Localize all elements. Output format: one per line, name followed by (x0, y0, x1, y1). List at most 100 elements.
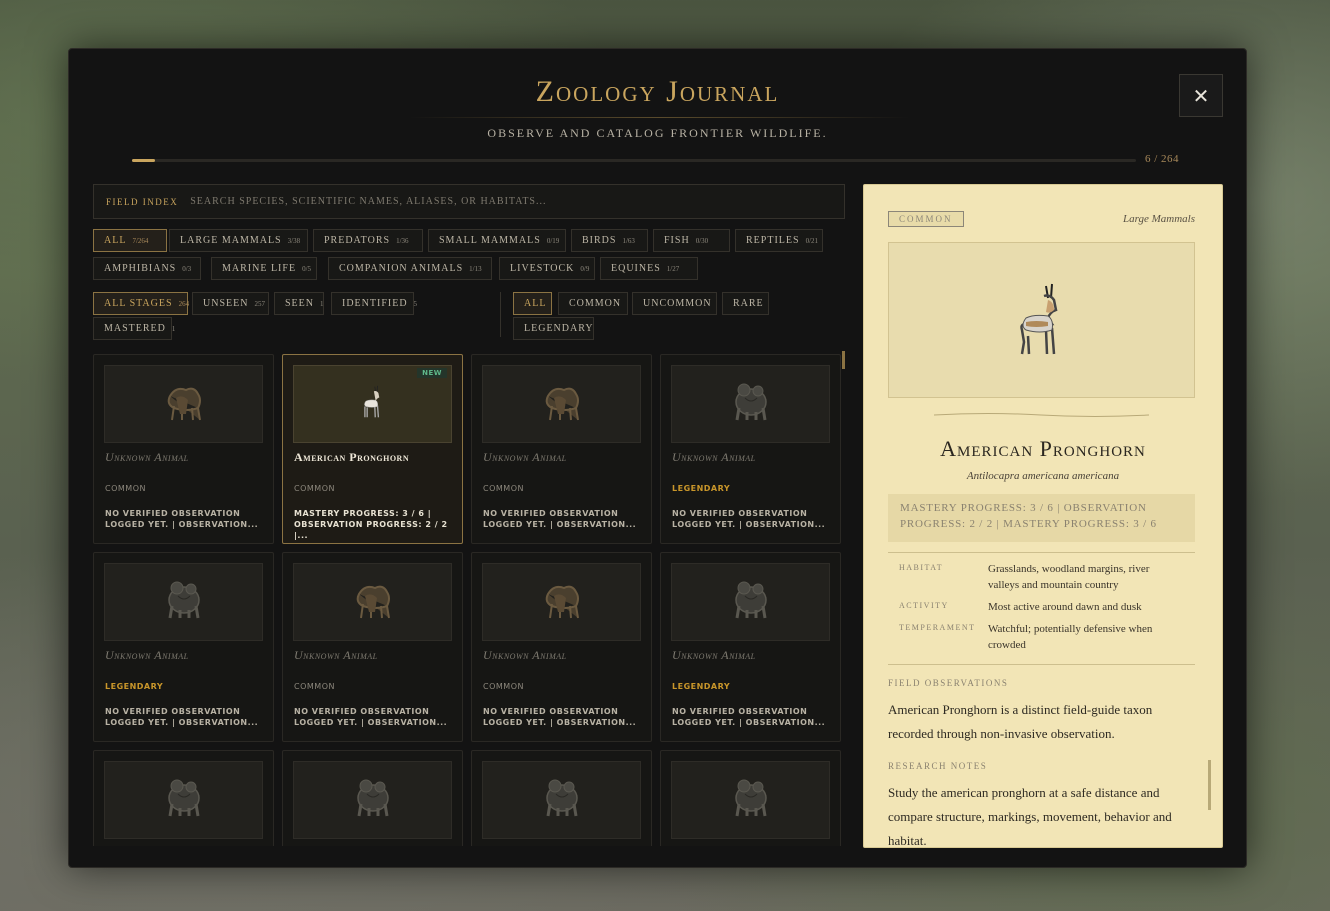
category-filter-count: 0/3 (182, 264, 192, 273)
stage-filter-unseen[interactable]: Unseen 257 (192, 292, 269, 315)
rarity-filter-uncommon[interactable]: Uncommon (632, 292, 717, 315)
species-card[interactable]: Unknown Animal COMMON NO VERIFIED OBSERVAT… (93, 354, 274, 544)
stage-filter-count: 264 (178, 299, 190, 308)
species-card-image (482, 365, 641, 443)
category-filter-label: Predators (324, 235, 391, 246)
species-card[interactable] (471, 750, 652, 846)
category-filter-count: 0/5 (302, 264, 312, 273)
species-card[interactable] (93, 750, 274, 846)
species-card[interactable]: Unknown Animal COMMON NO VERIFIED OBSERVAT… (282, 552, 463, 742)
category-filter-label: Birds (582, 235, 617, 246)
species-card-observation: NO VERIFIED OBSERVATION LOGGED YET. | OB… (105, 509, 259, 529)
rarity-filter-legendary[interactable]: Legendary (513, 317, 594, 340)
category-filter-label: Fish (664, 235, 690, 246)
detail-divider (888, 552, 1195, 553)
category-filter-all[interactable]: All 7/264 (93, 229, 167, 252)
species-card-image (482, 761, 641, 839)
category-filter-count: 0/21 (805, 236, 819, 245)
category-filter-companion-animals[interactable]: Companion Animals 1/13 (328, 257, 492, 280)
species-grid: Unknown Animal COMMON NO VERIFIED OBSERVAT… (93, 354, 843, 846)
species-card-rarity: COMMON (294, 682, 335, 691)
category-filter-birds[interactable]: Birds 1/63 (571, 229, 648, 252)
category-filter-livestock[interactable]: Livestock 0/9 (499, 257, 595, 280)
species-card-name: Unknown Animal (105, 450, 189, 464)
stage-filter-count: 257 (254, 299, 265, 308)
species-card-image (671, 563, 830, 641)
rarity-filter-label: Uncommon (643, 298, 712, 309)
species-card-rarity: COMMON (483, 484, 524, 493)
rarity-filter-common[interactable]: Common (558, 292, 628, 315)
bear-silhouette-icon (160, 576, 208, 629)
journal-title: Zoology Journal (535, 75, 780, 108)
stage-filter-all-stages[interactable]: All Stages 264 (93, 292, 190, 315)
species-card-observation: MASTERY PROGRESS: 3 / 6 | OBSERVATION PR… (294, 509, 448, 540)
zoology-journal-modal: Zoology Journal OBSERVE AND CATALOG FRON… (68, 48, 1247, 868)
stage-filter-count: 1 (171, 324, 176, 333)
pronghorn-icon (357, 384, 389, 425)
rarity-filter-label: All (524, 298, 547, 309)
stage-filter-seen[interactable]: Seen 1 (274, 292, 324, 315)
stage-filter-count: 1 (320, 299, 324, 308)
research-notes-text: Study the american pronghorn at a safe d… (888, 785, 1172, 848)
species-card[interactable] (660, 750, 841, 846)
field-observations-text: American Pronghorn is a distinct field-g… (888, 702, 1153, 741)
species-card-rarity: COMMON (294, 484, 335, 493)
category-filter-fish[interactable]: Fish 0/30 (653, 229, 730, 252)
species-card[interactable]: Unknown Animal LEGENDARY NO VERIFIED OBSER… (93, 552, 274, 742)
detail-scrollbar[interactable] (1208, 760, 1211, 810)
search-input[interactable] (190, 196, 791, 207)
category-filter-equines[interactable]: Equines 1/27 (600, 257, 698, 280)
species-card-rarity: LEGENDARY (105, 682, 164, 691)
discovery-progress-bar (132, 159, 1136, 162)
species-card[interactable]: Unknown Animal COMMON NO VERIFIED OBSERVAT… (471, 354, 652, 544)
species-card-rarity: LEGENDARY (672, 682, 731, 691)
detail-image (888, 242, 1195, 398)
bear-silhouette-icon (727, 378, 775, 431)
category-filter-label: Marine Life (222, 263, 297, 274)
species-card-image (104, 365, 263, 443)
species-card-image (104, 563, 263, 641)
attr-temperament-value: Watchful; potentially defensive when cro… (988, 623, 1153, 651)
species-card[interactable]: Unknown Animal LEGENDARY NO VERIFIED OBSER… (660, 354, 841, 544)
rarity-filter-rare[interactable]: Rare (722, 292, 769, 315)
species-card-image (293, 761, 452, 839)
species-card[interactable] (282, 750, 463, 846)
close-button[interactable]: ✕ (1179, 74, 1223, 117)
category-filter-label: Equines (611, 263, 661, 274)
stage-filter-mastered[interactable]: Mastered 1 (93, 317, 175, 340)
species-card-name: Unknown Animal (105, 648, 189, 662)
category-filter-label: All (104, 235, 127, 246)
field-index-label: Field Index (106, 196, 179, 207)
category-filter-large-mammals[interactable]: Large Mammals 3/38 (169, 229, 308, 252)
species-card-name: Unknown Animal (483, 648, 567, 662)
category-filter-label: Amphibians (104, 263, 177, 274)
species-card-image (671, 365, 830, 443)
category-filter-count: 1/13 (469, 264, 482, 273)
category-filter-reptiles[interactable]: Reptiles 0/21 (735, 229, 823, 252)
species-card-name: Unknown Animal (672, 648, 756, 662)
detail-scientific-name: Antilocapra americana americana (966, 470, 1120, 482)
rarity-filter-label: Common (569, 298, 622, 309)
species-card-observation: NO VERIFIED OBSERVATION LOGGED YET. | OB… (672, 707, 826, 727)
species-card-rarity: COMMON (483, 682, 524, 691)
category-filter-count: 1/36 (396, 236, 409, 245)
category-filter-small-mammals[interactable]: Small Mammals 0/19 (428, 229, 566, 252)
detail-category: Large Mammals (1122, 213, 1195, 225)
stage-filter-count: 5 (413, 299, 418, 308)
species-card[interactable]: Unknown Animal COMMON NO VERIFIED OBSERVAT… (471, 552, 652, 742)
species-card[interactable]: Unknown Animal LEGENDARY NO VERIFIED OBSER… (660, 552, 841, 742)
stage-filter-identified[interactable]: Identified 5 (331, 292, 417, 315)
category-filter-predators[interactable]: Predators 1/36 (313, 229, 423, 252)
category-filter-marine-life[interactable]: Marine Life 0/5 (211, 257, 317, 280)
new-badge: NEW (417, 368, 447, 378)
species-card-observation: NO VERIFIED OBSERVATION LOGGED YET. | OB… (294, 707, 448, 727)
field-index-search: Field Index (93, 184, 845, 219)
category-filter-amphibians[interactable]: Amphibians 0/3 (93, 257, 201, 280)
filter-separator (500, 292, 501, 337)
category-filter-label: Large Mammals (180, 235, 282, 246)
species-detail-panel: COMMON Large Mammals American Pronghorn … (863, 184, 1223, 848)
species-card[interactable]: NEW American Pronghorn COMMON MASTERY PROGR… (282, 354, 463, 544)
rarity-filter-all[interactable]: All (513, 292, 552, 315)
grid-scrollbar[interactable] (842, 351, 845, 369)
bear-silhouette-icon (727, 774, 775, 827)
